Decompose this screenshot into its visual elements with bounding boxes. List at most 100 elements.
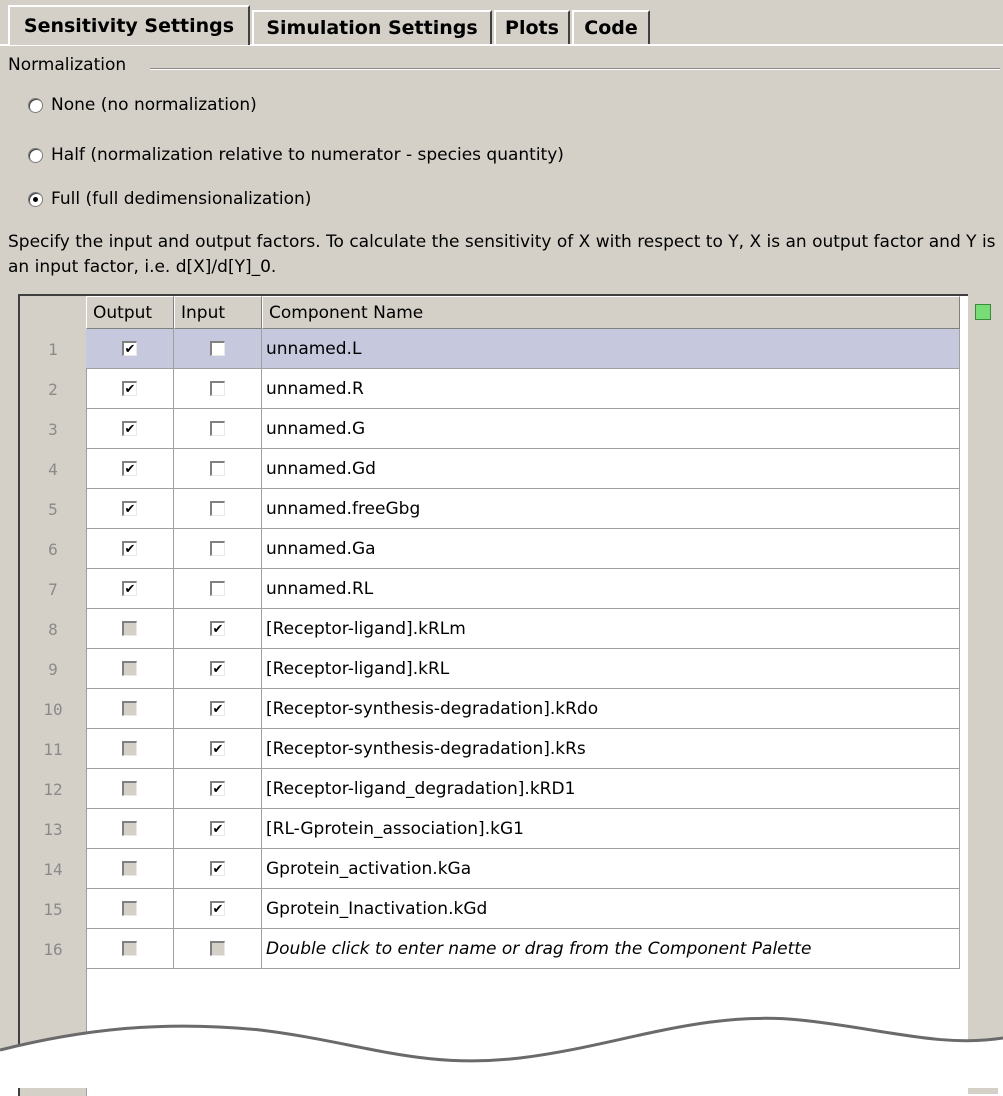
input-checkbox[interactable] [210, 421, 225, 436]
input-cell [174, 329, 262, 369]
table-row[interactable]: 2 ✔ unnamed.R [20, 369, 962, 409]
table-row[interactable]: 15 ✔ Gprotein_Inactivation.kGd [20, 889, 962, 929]
input-checkbox[interactable] [210, 381, 225, 396]
input-cell: ✔ [174, 689, 262, 729]
output-checkbox[interactable]: ✔ [122, 341, 137, 356]
output-checkbox[interactable] [122, 661, 137, 676]
input-checkbox[interactable] [210, 501, 225, 516]
input-checkbox[interactable]: ✔ [210, 741, 225, 756]
input-cell: ✔ [174, 769, 262, 809]
output-cell [86, 689, 174, 729]
component-name-cell[interactable]: [Receptor-ligand].kRLm [262, 609, 960, 649]
table-row[interactable]: 5 ✔ unnamed.freeGbg [20, 489, 962, 529]
component-name-cell[interactable]: Gprotein_Inactivation.kGd [262, 889, 960, 929]
input-cell: ✔ [174, 809, 262, 849]
table-row[interactable]: 12 ✔ [Receptor-ligand_degradation].kRD1 [20, 769, 962, 809]
input-checkbox[interactable]: ✔ [210, 901, 225, 916]
input-checkbox[interactable] [210, 581, 225, 596]
row-number: 11 [43, 739, 63, 759]
output-cell: ✔ [86, 489, 174, 529]
radio-button-checked[interactable] [28, 191, 43, 207]
radio-button[interactable] [28, 147, 43, 163]
component-name-cell[interactable]: Gprotein_activation.kGa [262, 849, 960, 889]
input-cell: ✔ [174, 609, 262, 649]
instructions-text: Specify the input and output factors. To… [8, 232, 996, 277]
output-checkbox[interactable] [122, 621, 137, 636]
table-row[interactable]: 8 ✔ [Receptor-ligand].kRLm [20, 609, 962, 649]
output-checkbox[interactable] [122, 861, 137, 876]
input-checkbox[interactable]: ✔ [210, 621, 225, 636]
input-checkbox[interactable] [210, 461, 225, 476]
component-name-cell[interactable]: [RL-Gprotein_association].kG1 [262, 809, 960, 849]
output-cell [86, 609, 174, 649]
row-number: 15 [43, 899, 63, 919]
input-checkbox[interactable]: ✔ [210, 821, 225, 836]
radio-half[interactable]: Half (normalization relative to numerato… [28, 142, 564, 168]
input-checkbox[interactable] [210, 941, 225, 956]
output-checkbox[interactable] [122, 741, 137, 756]
component-name-cell[interactable]: unnamed.Ga [262, 529, 960, 569]
component-name-cell[interactable]: unnamed.R [262, 369, 960, 409]
table-row[interactable]: 10 ✔ [Receptor-synthesis-degradation].kRdo [20, 689, 962, 729]
output-checkbox[interactable]: ✔ [122, 541, 137, 556]
input-checkbox[interactable] [210, 541, 225, 556]
output-cell: ✔ [86, 449, 174, 489]
input-cell [174, 449, 262, 489]
output-checkbox[interactable]: ✔ [122, 461, 137, 476]
component-name-cell[interactable]: [Receptor-ligand].kRL [262, 649, 960, 689]
output-checkbox[interactable] [122, 701, 137, 716]
row-number: 3 [48, 419, 58, 439]
sensitivity-panel: Sensitivity Settings Simulation Settings… [0, 0, 1003, 1096]
table-row[interactable]: 13 ✔ [RL-Gprotein_association].kG1 [20, 809, 962, 849]
output-checkbox[interactable] [122, 941, 137, 956]
radio-full[interactable]: Full (full dedimensionalization) [28, 186, 311, 212]
radio-none[interactable]: None (no normalization) [28, 92, 257, 118]
component-name-cell[interactable]: [Receptor-ligand_degradation].kRD1 [262, 769, 960, 809]
table-row[interactable]: 6 ✔ unnamed.Ga [20, 529, 962, 569]
table-row[interactable]: 16 Double click to enter name or drag fro… [20, 929, 962, 969]
input-checkbox[interactable]: ✔ [210, 861, 225, 876]
output-checkbox[interactable]: ✔ [122, 501, 137, 516]
table-row[interactable]: 3 ✔ unnamed.G [20, 409, 962, 449]
table-row[interactable]: 11 ✔ [Receptor-synthesis-degradation].kRs [20, 729, 962, 769]
output-checkbox[interactable]: ✔ [122, 421, 137, 436]
input-checkbox[interactable]: ✔ [210, 661, 225, 676]
component-name-cell[interactable]: [Receptor-synthesis-degradation].kRs [262, 729, 960, 769]
output-cell [86, 649, 174, 689]
component-name-cell[interactable]: Double click to enter name or drag from … [262, 929, 960, 969]
component-name-cell[interactable]: unnamed.freeGbg [262, 489, 960, 529]
output-checkbox[interactable] [122, 821, 137, 836]
radio-button[interactable] [28, 97, 43, 113]
column-header-output[interactable]: Output [86, 296, 174, 329]
output-checkbox[interactable]: ✔ [122, 381, 137, 396]
column-header-component-name[interactable]: Component Name [262, 296, 960, 329]
input-checkbox[interactable]: ✔ [210, 701, 225, 716]
output-cell [86, 929, 174, 969]
output-cell [86, 809, 174, 849]
row-number: 1 [48, 339, 58, 359]
table-row[interactable]: 4 ✔ unnamed.Gd [20, 449, 962, 489]
tab-code[interactable]: Code [572, 10, 650, 44]
component-name-cell[interactable]: unnamed.G [262, 409, 960, 449]
input-checkbox[interactable]: ✔ [210, 781, 225, 796]
tab-simulation-settings[interactable]: Simulation Settings [252, 10, 492, 44]
column-header-input[interactable]: Input [174, 296, 262, 329]
output-checkbox[interactable]: ✔ [122, 581, 137, 596]
group-divider [150, 68, 1000, 70]
output-cell [86, 889, 174, 929]
output-checkbox[interactable] [122, 781, 137, 796]
component-name-cell[interactable]: unnamed.Gd [262, 449, 960, 489]
output-checkbox[interactable] [122, 901, 137, 916]
tab-plots[interactable]: Plots [494, 10, 570, 44]
tab-sensitivity-settings[interactable]: Sensitivity Settings [8, 5, 250, 45]
table-row[interactable]: 14 ✔ Gprotein_activation.kGa [20, 849, 962, 889]
input-checkbox[interactable] [210, 341, 225, 356]
component-name-cell[interactable]: unnamed.RL [262, 569, 960, 609]
table-row[interactable]: 1 ✔ unnamed.L [20, 329, 962, 369]
component-name-cell[interactable]: unnamed.L [262, 329, 960, 369]
table-row[interactable]: 7 ✔ unnamed.RL [20, 569, 962, 609]
input-cell [174, 529, 262, 569]
row-number: 5 [48, 499, 58, 519]
component-name-cell[interactable]: [Receptor-synthesis-degradation].kRdo [262, 689, 960, 729]
table-row[interactable]: 9 ✔ [Receptor-ligand].kRL [20, 649, 962, 689]
